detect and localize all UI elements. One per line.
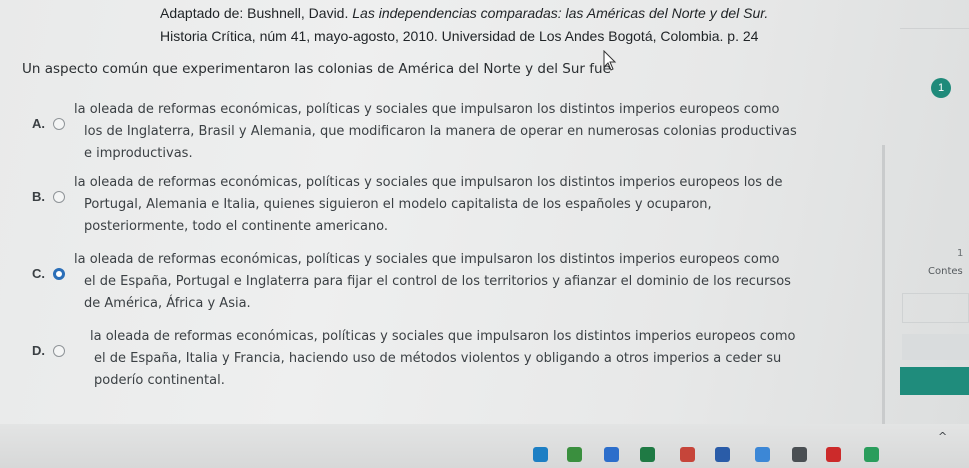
option-letter: C. <box>32 266 45 281</box>
option-line: la oleada de reformas económicas, políti… <box>74 175 783 190</box>
taskbar <box>0 424 969 468</box>
chrome-icon[interactable] <box>567 447 582 462</box>
option-line: posteriormente, todo el continente ameri… <box>84 219 389 234</box>
citation-line-2: Historia Crítica, núm 41, mayo-agosto, 2… <box>160 28 759 44</box>
files-icon[interactable] <box>604 447 619 462</box>
citation-line-1: Adaptado de: Bushnell, David. Las indepe… <box>160 2 800 25</box>
side-panel-label: Contes <box>928 266 963 277</box>
edge-icon[interactable] <box>533 447 548 462</box>
option-line: la oleada de reformas económicas, políti… <box>74 252 780 267</box>
side-panel-number: 1 <box>957 248 964 259</box>
option-line: la oleada de reformas económicas, políti… <box>90 329 796 344</box>
radio-selected[interactable] <box>53 268 65 280</box>
mouse-cursor-icon <box>603 50 617 71</box>
option-line: e improductivas. <box>84 146 193 161</box>
option-text: la oleada de reformas económicas, políti… <box>74 326 795 392</box>
question-number-badge[interactable]: 1 <box>931 78 951 98</box>
option-line: la oleada de reformas económicas, políti… <box>74 102 780 117</box>
youtube-icon[interactable] <box>826 447 841 462</box>
expand-tray-icon[interactable]: ^ <box>938 430 947 443</box>
option-line: Portugal, Alemania e Italia, quienes sig… <box>84 197 712 212</box>
side-panel-line <box>900 28 969 29</box>
citation-author: Adaptado de: Bushnell, David. <box>160 5 353 21</box>
side-panel-input-box[interactable] <box>902 293 969 323</box>
citation: Adaptado de: Bushnell, David. Las indepe… <box>160 2 800 48</box>
side-panel-submit-button[interactable] <box>900 367 969 395</box>
option-text: la oleada de reformas económicas, políti… <box>74 99 797 165</box>
option-line: el de España, Portugal e Inglaterra para… <box>84 274 791 289</box>
option-text: la oleada de reformas económicas, políti… <box>74 172 782 238</box>
option-letter: D. <box>32 343 45 358</box>
option-line: los de Inglaterra, Brasil y Alemania, qu… <box>84 124 797 139</box>
excel-icon[interactable] <box>640 447 655 462</box>
option-letter: B. <box>32 189 45 204</box>
citation-title: Las independencias comparadas: las Améri… <box>352 5 769 21</box>
option-text: la oleada de reformas económicas, políti… <box>74 249 791 315</box>
word-icon[interactable] <box>715 447 730 462</box>
option-line: poderío continental. <box>94 373 225 388</box>
radio-button[interactable] <box>53 191 65 203</box>
drive-icon[interactable] <box>864 447 879 462</box>
radio-button[interactable] <box>53 345 65 357</box>
option-line: de América, África y Asia. <box>84 296 251 311</box>
radio-button[interactable] <box>53 118 65 130</box>
panel-divider <box>882 145 885 465</box>
search-icon[interactable] <box>755 447 770 462</box>
n-icon[interactable] <box>792 447 807 462</box>
powerpoint-icon[interactable] <box>680 447 695 462</box>
option-letter: A. <box>32 116 45 131</box>
side-panel-gray-button[interactable] <box>902 334 969 360</box>
question-text: Un aspecto común que experimentaron las … <box>22 61 611 77</box>
option-line: el de España, Italia y Francia, haciendo… <box>94 351 782 366</box>
